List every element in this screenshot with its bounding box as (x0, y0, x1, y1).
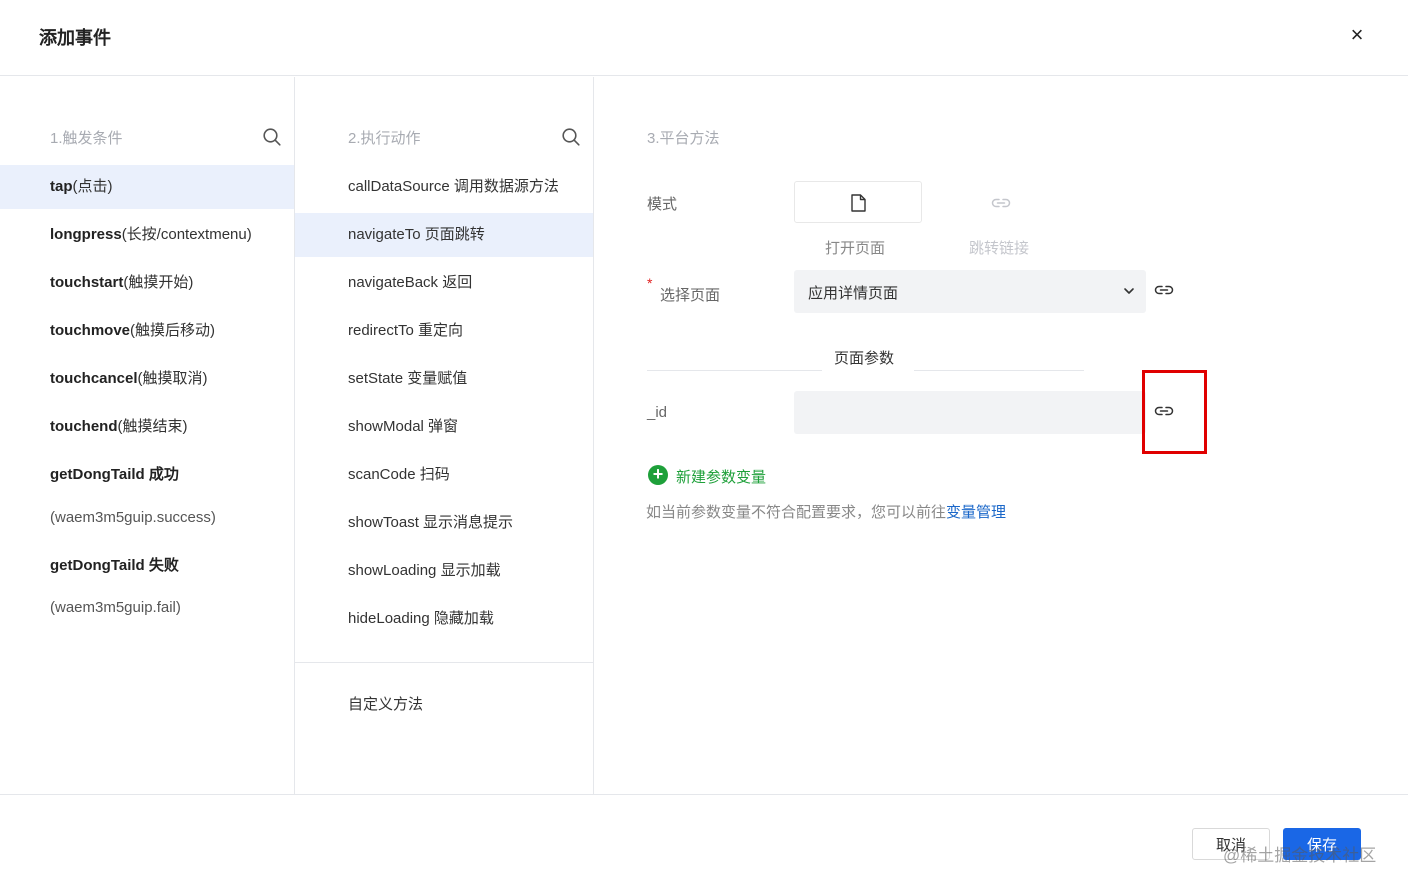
page-select-value: 应用详情页面 (808, 285, 899, 302)
cancel-button[interactable]: 取消 (1192, 828, 1270, 860)
trigger-item-touchstart[interactable]: touchstart(触摸开始) (0, 261, 294, 305)
mode-open-page-caption: 打开页面 (825, 240, 886, 257)
action-column-title: 2.执行动作 (348, 130, 421, 147)
trigger-column: 1.触发条件 tap(点击) longpress(长按/contextmenu)… (0, 77, 295, 794)
mode-jump-link-caption: 跳转链接 (969, 240, 1030, 257)
chevron-down-icon (1124, 288, 1134, 294)
trigger-item-fail[interactable]: getDongTaild 失败 (0, 544, 294, 588)
action-item[interactable]: scanCode 扫码 (295, 453, 593, 497)
trigger-desc: (触摸开始) (123, 274, 194, 291)
param-id-input[interactable] (794, 391, 1146, 434)
section-divider-left (647, 370, 822, 371)
platform-column: 3.平台方法 模式 打开页面 跳转链接 * 选择页面 应用详情页面 页面参数 _… (594, 77, 1408, 794)
close-icon[interactable]: × (1346, 24, 1368, 46)
link-icon (991, 198, 1011, 208)
save-button[interactable]: 保存 (1283, 828, 1361, 860)
trigger-name: getDongTaild 失败 (50, 557, 179, 574)
variable-hint-text: 如当前参数变量不符合配置要求，您可以前往 (646, 504, 947, 521)
param-id-label: _id (647, 404, 668, 421)
page-params-title: 页面参数 (834, 350, 895, 367)
trigger-item-touchcancel[interactable]: touchcancel(触摸取消) (0, 357, 294, 401)
page-select[interactable]: 应用详情页面 (794, 270, 1146, 313)
trigger-name: touchmove (50, 322, 131, 339)
variable-manage-link[interactable]: 变量管理 (946, 504, 1006, 521)
trigger-name: tap (50, 178, 73, 195)
trigger-sub-fail: (waem3m5guip.fail) (50, 599, 181, 616)
action-item[interactable]: showToast 显示消息提示 (295, 501, 593, 545)
trigger-name: touchend (50, 418, 118, 435)
trigger-desc: (触摸取消) (137, 370, 208, 387)
action-item-selected[interactable]: navigateTo 页面跳转 (295, 213, 593, 257)
action-item[interactable]: hideLoading 隐藏加载 (295, 597, 593, 641)
highlight-box (1142, 370, 1207, 454)
trigger-item-tap[interactable]: tap(点击) (0, 165, 294, 209)
platform-column-title: 3.平台方法 (647, 130, 720, 147)
trigger-name: touchstart (50, 274, 124, 291)
dialog-header: 添加事件 × (0, 0, 1408, 76)
action-divider (295, 662, 593, 663)
trigger-desc: (点击) (72, 178, 113, 195)
variable-hint: 如当前参数变量不符合配置要求，您可以前往变量管理 (646, 501, 1006, 522)
plus-circle-icon: + (648, 465, 668, 485)
trigger-item-longpress[interactable]: longpress(长按/contextmenu) (0, 213, 294, 257)
mode-label: 模式 (647, 196, 678, 213)
action-item[interactable]: showLoading 显示加载 (295, 549, 593, 593)
trigger-desc: (长按/contextmenu) (121, 226, 252, 243)
trigger-item-success[interactable]: getDongTaild 成功 (0, 453, 294, 497)
trigger-name: touchcancel (50, 370, 138, 387)
trigger-name: longpress (50, 226, 122, 243)
trigger-name: getDongTaild 成功 (50, 466, 179, 483)
required-mark: * (647, 275, 653, 291)
search-icon[interactable] (562, 128, 580, 146)
trigger-sub-success: (waem3m5guip.success) (50, 509, 216, 526)
file-icon (851, 194, 866, 212)
search-icon[interactable] (263, 128, 281, 146)
trigger-column-title: 1.触发条件 (50, 130, 123, 147)
add-param-variable-label: 新建参数变量 (676, 469, 767, 486)
trigger-item-touchend[interactable]: touchend(触摸结束) (0, 405, 294, 449)
action-item[interactable]: setState 变量赋值 (295, 357, 593, 401)
action-item[interactable]: navigateBack 返回 (295, 261, 593, 305)
custom-method-item[interactable]: 自定义方法 (295, 683, 593, 727)
action-item[interactable]: callDataSource 调用数据源方法 (295, 165, 593, 209)
action-item[interactable]: showModal 弹窗 (295, 405, 593, 449)
trigger-desc: (触摸后移动) (130, 322, 216, 339)
mode-jump-link-button[interactable] (969, 189, 1033, 217)
mode-open-page-button[interactable] (794, 181, 922, 223)
action-item[interactable]: redirectTo 重定向 (295, 309, 593, 353)
dialog-footer: 取消 保存 @稀土掘金技术社区 (0, 794, 1408, 887)
link-icon[interactable] (1154, 284, 1174, 296)
trigger-item-touchmove[interactable]: touchmove(触摸后移动) (0, 309, 294, 353)
select-page-label: 选择页面 (660, 287, 721, 304)
trigger-desc: (触摸结束) (117, 418, 188, 435)
action-column: 2.执行动作 callDataSource 调用数据源方法 navigateTo… (295, 77, 594, 794)
dialog-title: 添加事件 (39, 28, 111, 48)
section-divider-right (914, 370, 1084, 371)
